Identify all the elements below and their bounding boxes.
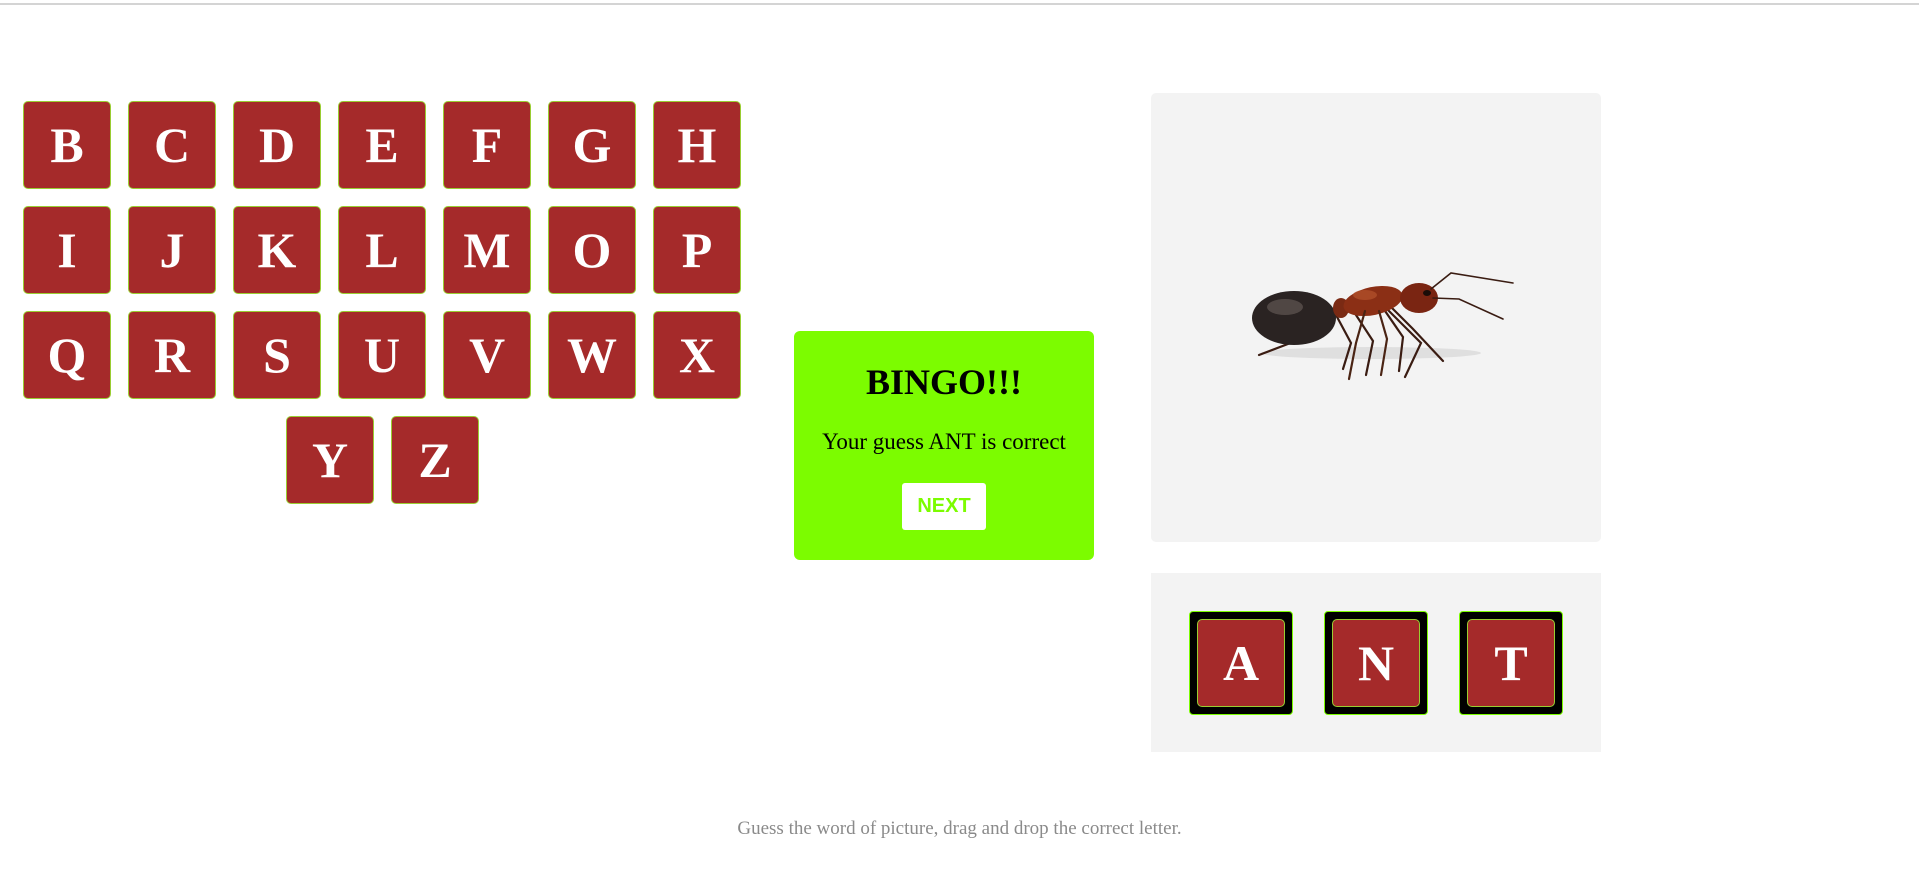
answer-tile-n[interactable]: N (1332, 619, 1420, 707)
result-dialog: BINGO!!! Your guess ANT is correct NEXT (794, 331, 1094, 560)
letter-tile-w[interactable]: W (548, 311, 636, 399)
letter-tile-k[interactable]: K (233, 206, 321, 294)
answer-slot[interactable]: A (1189, 611, 1293, 715)
letter-tile-q[interactable]: Q (23, 311, 111, 399)
letter-tile-i[interactable]: I (23, 206, 111, 294)
letter-tile-v[interactable]: V (443, 311, 531, 399)
letter-tile-d[interactable]: D (233, 101, 321, 189)
letter-tile-c[interactable]: C (128, 101, 216, 189)
answer-tile-t[interactable]: T (1467, 619, 1555, 707)
letter-tile-p[interactable]: P (653, 206, 741, 294)
letter-tile-f[interactable]: F (443, 101, 531, 189)
letter-tile-j[interactable]: J (128, 206, 216, 294)
letter-tile-e[interactable]: E (338, 101, 426, 189)
picture-panel (1151, 93, 1601, 542)
letter-tile-u[interactable]: U (338, 311, 426, 399)
answer-slot[interactable]: N (1324, 611, 1428, 715)
answer-panel: A N T (1151, 573, 1601, 752)
instruction-text: Guess the word of picture, drag and drop… (737, 818, 1182, 839)
ant-picture (1252, 272, 1514, 381)
letter-tile-b[interactable]: B (23, 101, 111, 189)
letter-tile-s[interactable]: S (233, 311, 321, 399)
next-button[interactable]: NEXT (902, 483, 986, 530)
letter-tile-o[interactable]: O (548, 206, 636, 294)
letter-tile-z[interactable]: Z (391, 416, 479, 504)
letter-tile-x[interactable]: X (653, 311, 741, 399)
letter-tile-y[interactable]: Y (286, 416, 374, 504)
answer-tile-a[interactable]: A (1197, 619, 1285, 707)
result-message: Your guess ANT is correct (822, 429, 1066, 454)
letter-tile-g[interactable]: G (548, 101, 636, 189)
letter-tile-m[interactable]: M (443, 206, 531, 294)
letter-tile-r[interactable]: R (128, 311, 216, 399)
result-title: BINGO!!! (866, 362, 1022, 402)
letter-tile-h[interactable]: H (653, 101, 741, 189)
letter-tile-l[interactable]: L (338, 206, 426, 294)
top-divider (0, 3, 1919, 5)
answer-slot[interactable]: T (1459, 611, 1563, 715)
